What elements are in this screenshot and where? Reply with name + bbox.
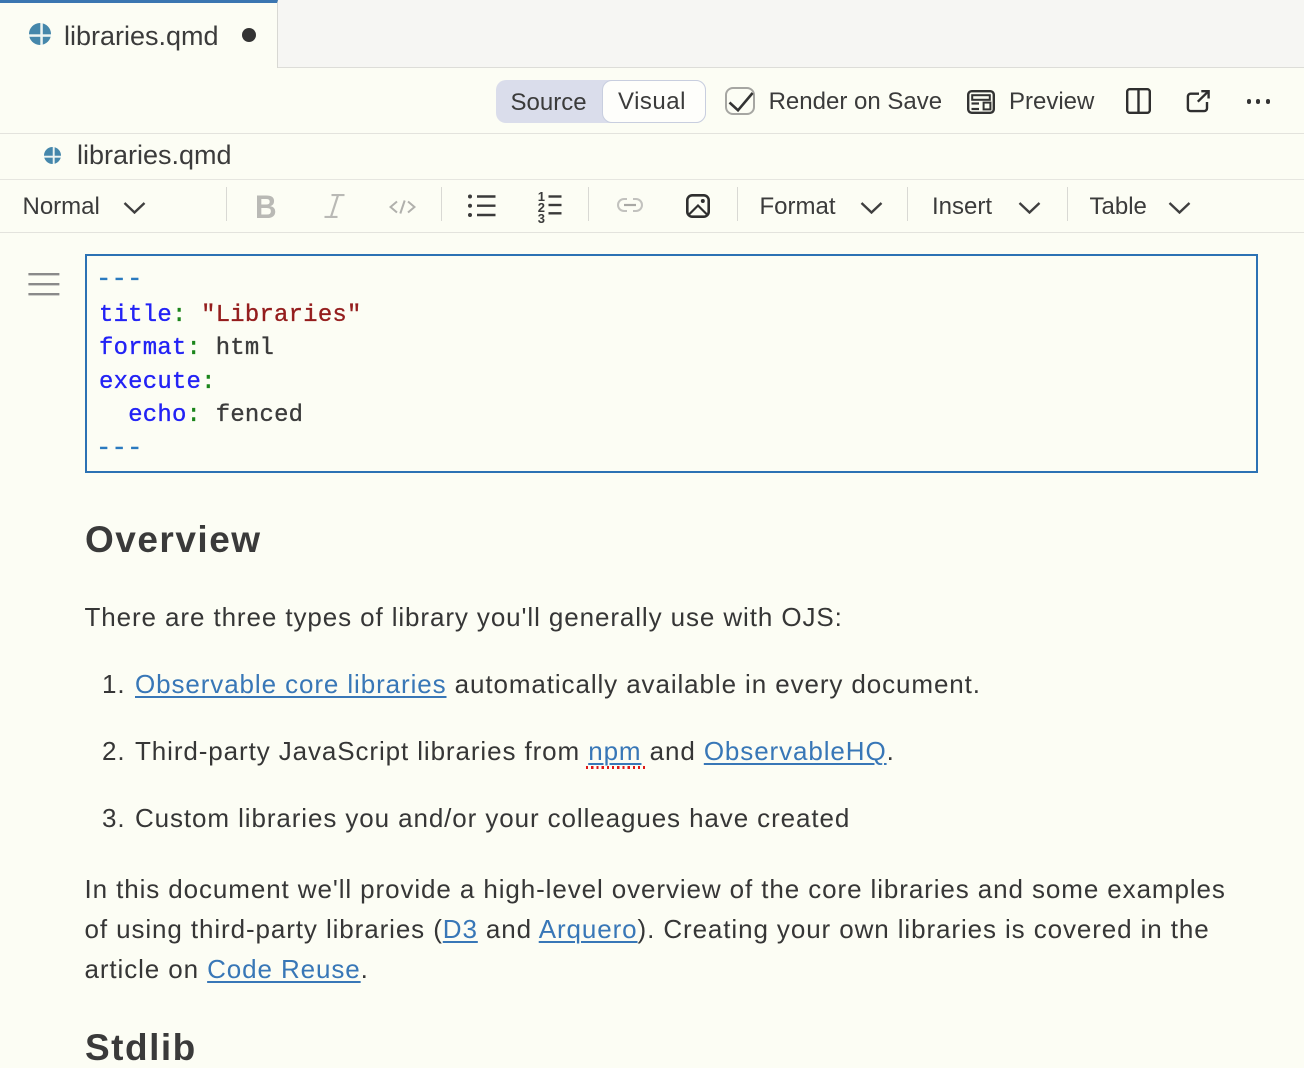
svg-text:3: 3 [538, 211, 545, 224]
